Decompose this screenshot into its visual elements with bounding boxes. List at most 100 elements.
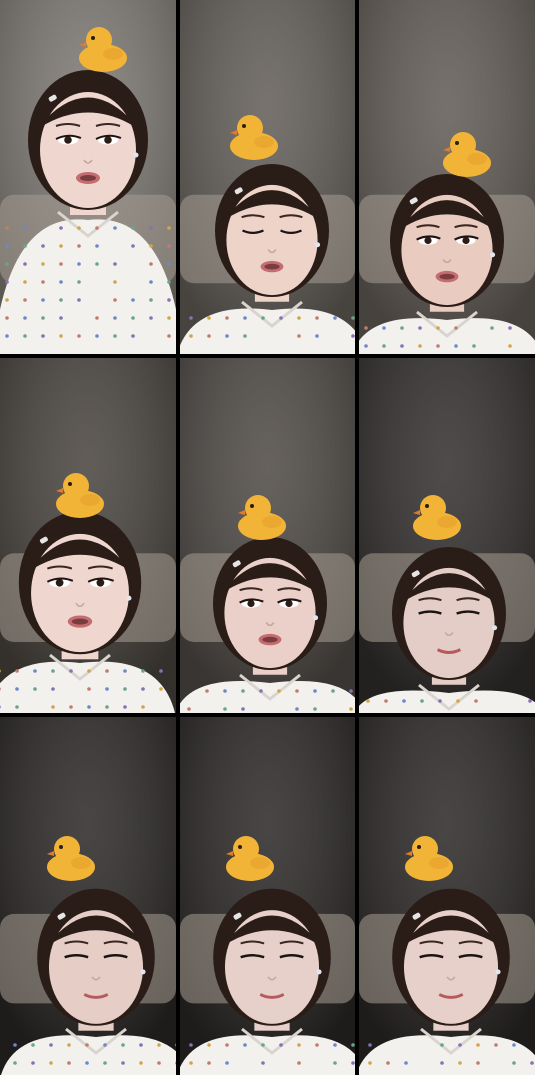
chick-eye: [425, 504, 429, 508]
frame-svg-5: [180, 358, 355, 713]
shirt-dot: [5, 262, 9, 266]
shirt-dot: [261, 1043, 265, 1047]
earring: [126, 596, 131, 601]
shirt-dot: [297, 1043, 301, 1047]
shirt-dot: [528, 699, 532, 703]
shirt-dot: [77, 280, 81, 284]
shirt-dot: [400, 344, 404, 348]
shirt-dot: [225, 1043, 229, 1047]
shirt-dot: [23, 334, 27, 338]
shirt-dot: [95, 226, 99, 230]
photo-frame-3: [359, 0, 535, 354]
eye-iris: [56, 579, 64, 587]
shirt-dot: [225, 334, 229, 338]
chick-wing: [262, 516, 282, 528]
shirt-dot: [5, 334, 9, 338]
shirt-dot: [368, 1061, 372, 1065]
shirt-dot: [131, 316, 135, 320]
shirt-dot: [95, 262, 99, 266]
shirt-dot: [364, 344, 368, 348]
shirt-dot: [141, 669, 145, 673]
shirt-dot: [23, 226, 27, 230]
shirt-dot: [440, 1061, 444, 1065]
shirt-dot: [349, 707, 353, 711]
shirt-dot: [87, 705, 91, 709]
shirt-dot: [400, 326, 404, 330]
shirt-dot: [167, 244, 171, 248]
shirt-dot: [508, 326, 512, 330]
shirt-dot: [95, 316, 99, 320]
shirt-dot: [189, 334, 193, 338]
shirt-dot: [77, 262, 81, 266]
shirt-dot: [103, 1061, 107, 1065]
shirt-dot: [382, 344, 386, 348]
photo-frame-2: [180, 0, 355, 354]
shirt-dot: [69, 669, 73, 673]
shirt-dot: [349, 689, 353, 693]
photo-frame-8: [180, 717, 355, 1075]
photo-frame-6: [359, 358, 535, 713]
shirt-dot: [149, 244, 153, 248]
earring: [313, 615, 318, 620]
shirt-dot: [159, 669, 163, 673]
shirt-dot: [59, 262, 63, 266]
eye-iris: [247, 600, 254, 607]
shirt-dot: [5, 298, 9, 302]
shirt-dot: [384, 699, 388, 703]
shirt-dot: [315, 1043, 319, 1047]
shirt-dot: [41, 280, 45, 284]
shirt-dot: [167, 280, 171, 284]
shirt-dot: [139, 1061, 143, 1065]
shirt-dot: [41, 334, 45, 338]
mouth-inner: [72, 619, 88, 625]
shirt-dot: [5, 244, 9, 248]
shirt-dot: [77, 244, 81, 248]
shirt-dot: [313, 689, 317, 693]
shirt-dot: [207, 316, 211, 320]
shirt-dot: [436, 326, 440, 330]
earring: [492, 625, 497, 630]
shirt-dot: [41, 298, 45, 302]
shirt-dot: [49, 1043, 53, 1047]
shirt-dot: [51, 669, 55, 673]
shirt-dot: [23, 298, 27, 302]
shirt-dot: [95, 244, 99, 248]
shirt-dot: [295, 707, 299, 711]
shirt-dot: [366, 699, 370, 703]
shirt-dot: [113, 226, 117, 230]
shirt-dot: [494, 1043, 498, 1047]
shirt-dot: [207, 1043, 211, 1047]
shirt-dot: [23, 316, 27, 320]
frame-svg-2: [180, 0, 355, 354]
shirt-dot: [59, 316, 63, 320]
shirt-dot: [259, 689, 263, 693]
shirt-dot: [458, 1043, 462, 1047]
eye-iris: [285, 600, 292, 607]
shirt-dot: [440, 1043, 444, 1047]
shirt-dot: [454, 344, 458, 348]
shirt-dot: [105, 669, 109, 673]
shirt-dot: [261, 316, 265, 320]
earring: [490, 252, 495, 257]
photo-scene: [359, 0, 535, 354]
shirt-dot: [315, 316, 319, 320]
mouth-inner: [262, 637, 277, 643]
shirt-dot: [131, 244, 135, 248]
shirt-dot: [123, 705, 127, 709]
shirt-dot: [51, 705, 55, 709]
shirt-dot: [87, 669, 91, 673]
photo-frame-1: [0, 0, 176, 354]
shirt-dot: [223, 689, 227, 693]
shirt-dot: [167, 226, 171, 230]
frame-svg-4: [0, 358, 176, 713]
frame-svg-1: [0, 0, 176, 354]
shirt-dot: [23, 280, 27, 284]
shirt-dot: [297, 334, 301, 338]
chick-eye: [91, 36, 95, 40]
photo-scene: [180, 0, 355, 354]
shirt-dot: [187, 707, 191, 711]
shirt-dot: [149, 298, 153, 302]
shirt-dot: [67, 1061, 71, 1065]
shirt-dot: [141, 687, 145, 691]
shirt-dot: [508, 344, 512, 348]
